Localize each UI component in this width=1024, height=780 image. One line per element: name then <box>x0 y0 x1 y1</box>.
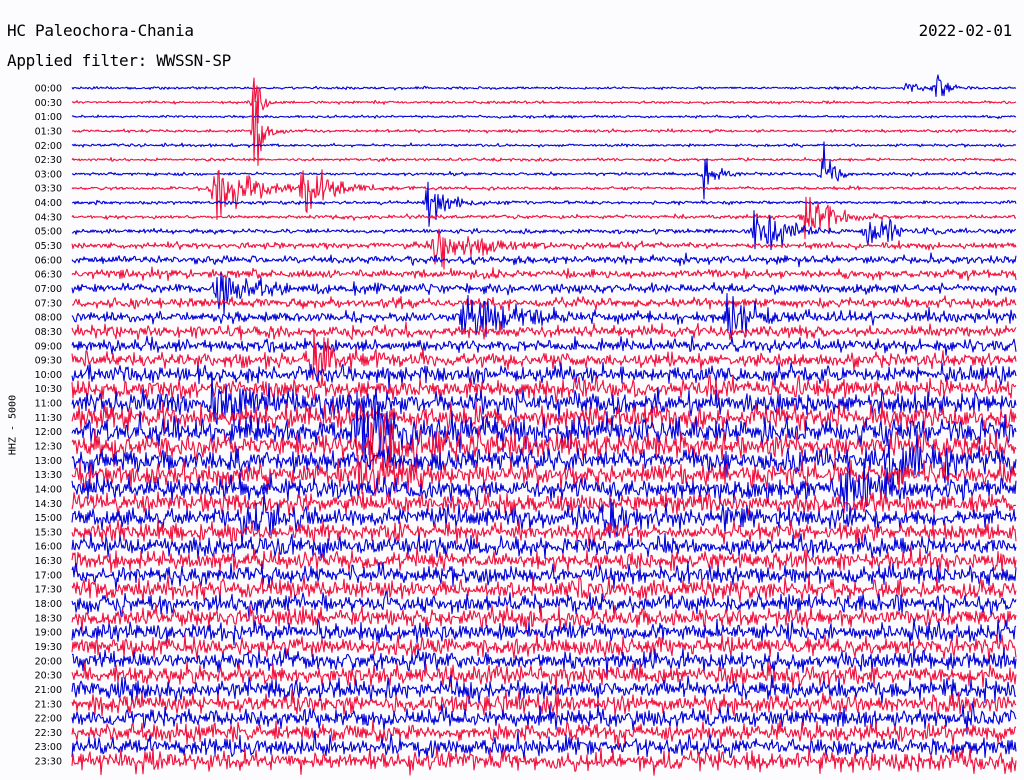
time-label: 07:00 <box>35 284 62 295</box>
time-label: 00:00 <box>35 84 62 95</box>
time-label: 00:30 <box>35 98 62 109</box>
time-label: 15:00 <box>35 513 62 524</box>
time-labels: 00:00 00:30 01:00 01:30 02:00 02:30 03:00 03:30… <box>35 84 62 768</box>
trace-row-0800 <box>71 292 1017 339</box>
time-label: 12:30 <box>35 442 62 453</box>
seismic-traces <box>71 74 1017 776</box>
trace-row-2330 <box>71 746 1017 776</box>
time-label: 08:30 <box>35 327 62 338</box>
time-label: 22:30 <box>35 728 62 739</box>
time-label: 01:30 <box>35 126 62 137</box>
time-label: 13:30 <box>35 470 62 481</box>
time-label: 03:30 <box>35 184 62 195</box>
trace-row-0630 <box>71 266 1017 282</box>
time-label: 16:30 <box>35 556 62 567</box>
time-label: 08:00 <box>35 313 62 324</box>
time-label: 18:00 <box>35 599 62 610</box>
time-label: 05:00 <box>35 227 62 238</box>
trace-row-0900 <box>71 335 1017 356</box>
trace-row-0330 <box>71 169 1017 221</box>
trace-row-0100 <box>71 114 1017 120</box>
time-label: 04:00 <box>35 198 62 209</box>
trace-row-0730 <box>71 295 1017 312</box>
trace-row-0230 <box>71 157 1017 163</box>
trace-row-0930 <box>71 329 1017 384</box>
time-label: 06:00 <box>35 255 62 266</box>
time-label: 09:30 <box>35 356 62 367</box>
helicorder-plot: 00:00 00:30 01:00 01:30 02:00 02:30 03:00 03:30… <box>35 74 1017 776</box>
time-label: 04:30 <box>35 212 62 223</box>
time-label: 17:00 <box>35 570 62 581</box>
time-label: 20:00 <box>35 656 62 667</box>
time-label: 10:30 <box>35 384 62 395</box>
trace-row-0600 <box>71 252 1017 268</box>
time-label: 19:30 <box>35 642 62 653</box>
time-label: 01:00 <box>35 112 62 123</box>
time-label: 14:30 <box>35 499 62 510</box>
time-label: 11:00 <box>35 399 62 410</box>
trace-row-0700 <box>71 272 1017 315</box>
time-label: 11:30 <box>35 413 62 424</box>
time-label: 07:30 <box>35 298 62 309</box>
trace-row-0300 <box>71 141 1017 200</box>
trace-row-0000 <box>71 74 1017 98</box>
time-label: 02:00 <box>35 141 62 152</box>
time-label: 02:30 <box>35 155 62 166</box>
time-label: 14:00 <box>35 484 62 495</box>
time-label: 10:00 <box>35 370 62 381</box>
trace-row-0830 <box>71 321 1017 341</box>
time-label: 20:30 <box>35 671 62 682</box>
time-label: 17:30 <box>35 585 62 596</box>
time-label: 23:00 <box>35 742 62 753</box>
time-label: 21:00 <box>35 685 62 696</box>
time-label: 09:00 <box>35 341 62 352</box>
time-label: 16:00 <box>35 542 62 553</box>
time-label: 22:00 <box>35 714 62 725</box>
time-label: 06:30 <box>35 270 62 281</box>
trace-row-0200 <box>71 142 1017 148</box>
time-label: 15:30 <box>35 527 62 538</box>
time-label: 12:00 <box>35 427 62 438</box>
time-label: 13:00 <box>35 456 62 467</box>
time-label: 19:00 <box>35 628 62 639</box>
time-label: 23:30 <box>35 757 62 768</box>
time-label: 18:30 <box>35 613 62 624</box>
time-label: 03:00 <box>35 169 62 180</box>
time-label: 05:30 <box>35 241 62 252</box>
time-label: 21:30 <box>35 699 62 710</box>
